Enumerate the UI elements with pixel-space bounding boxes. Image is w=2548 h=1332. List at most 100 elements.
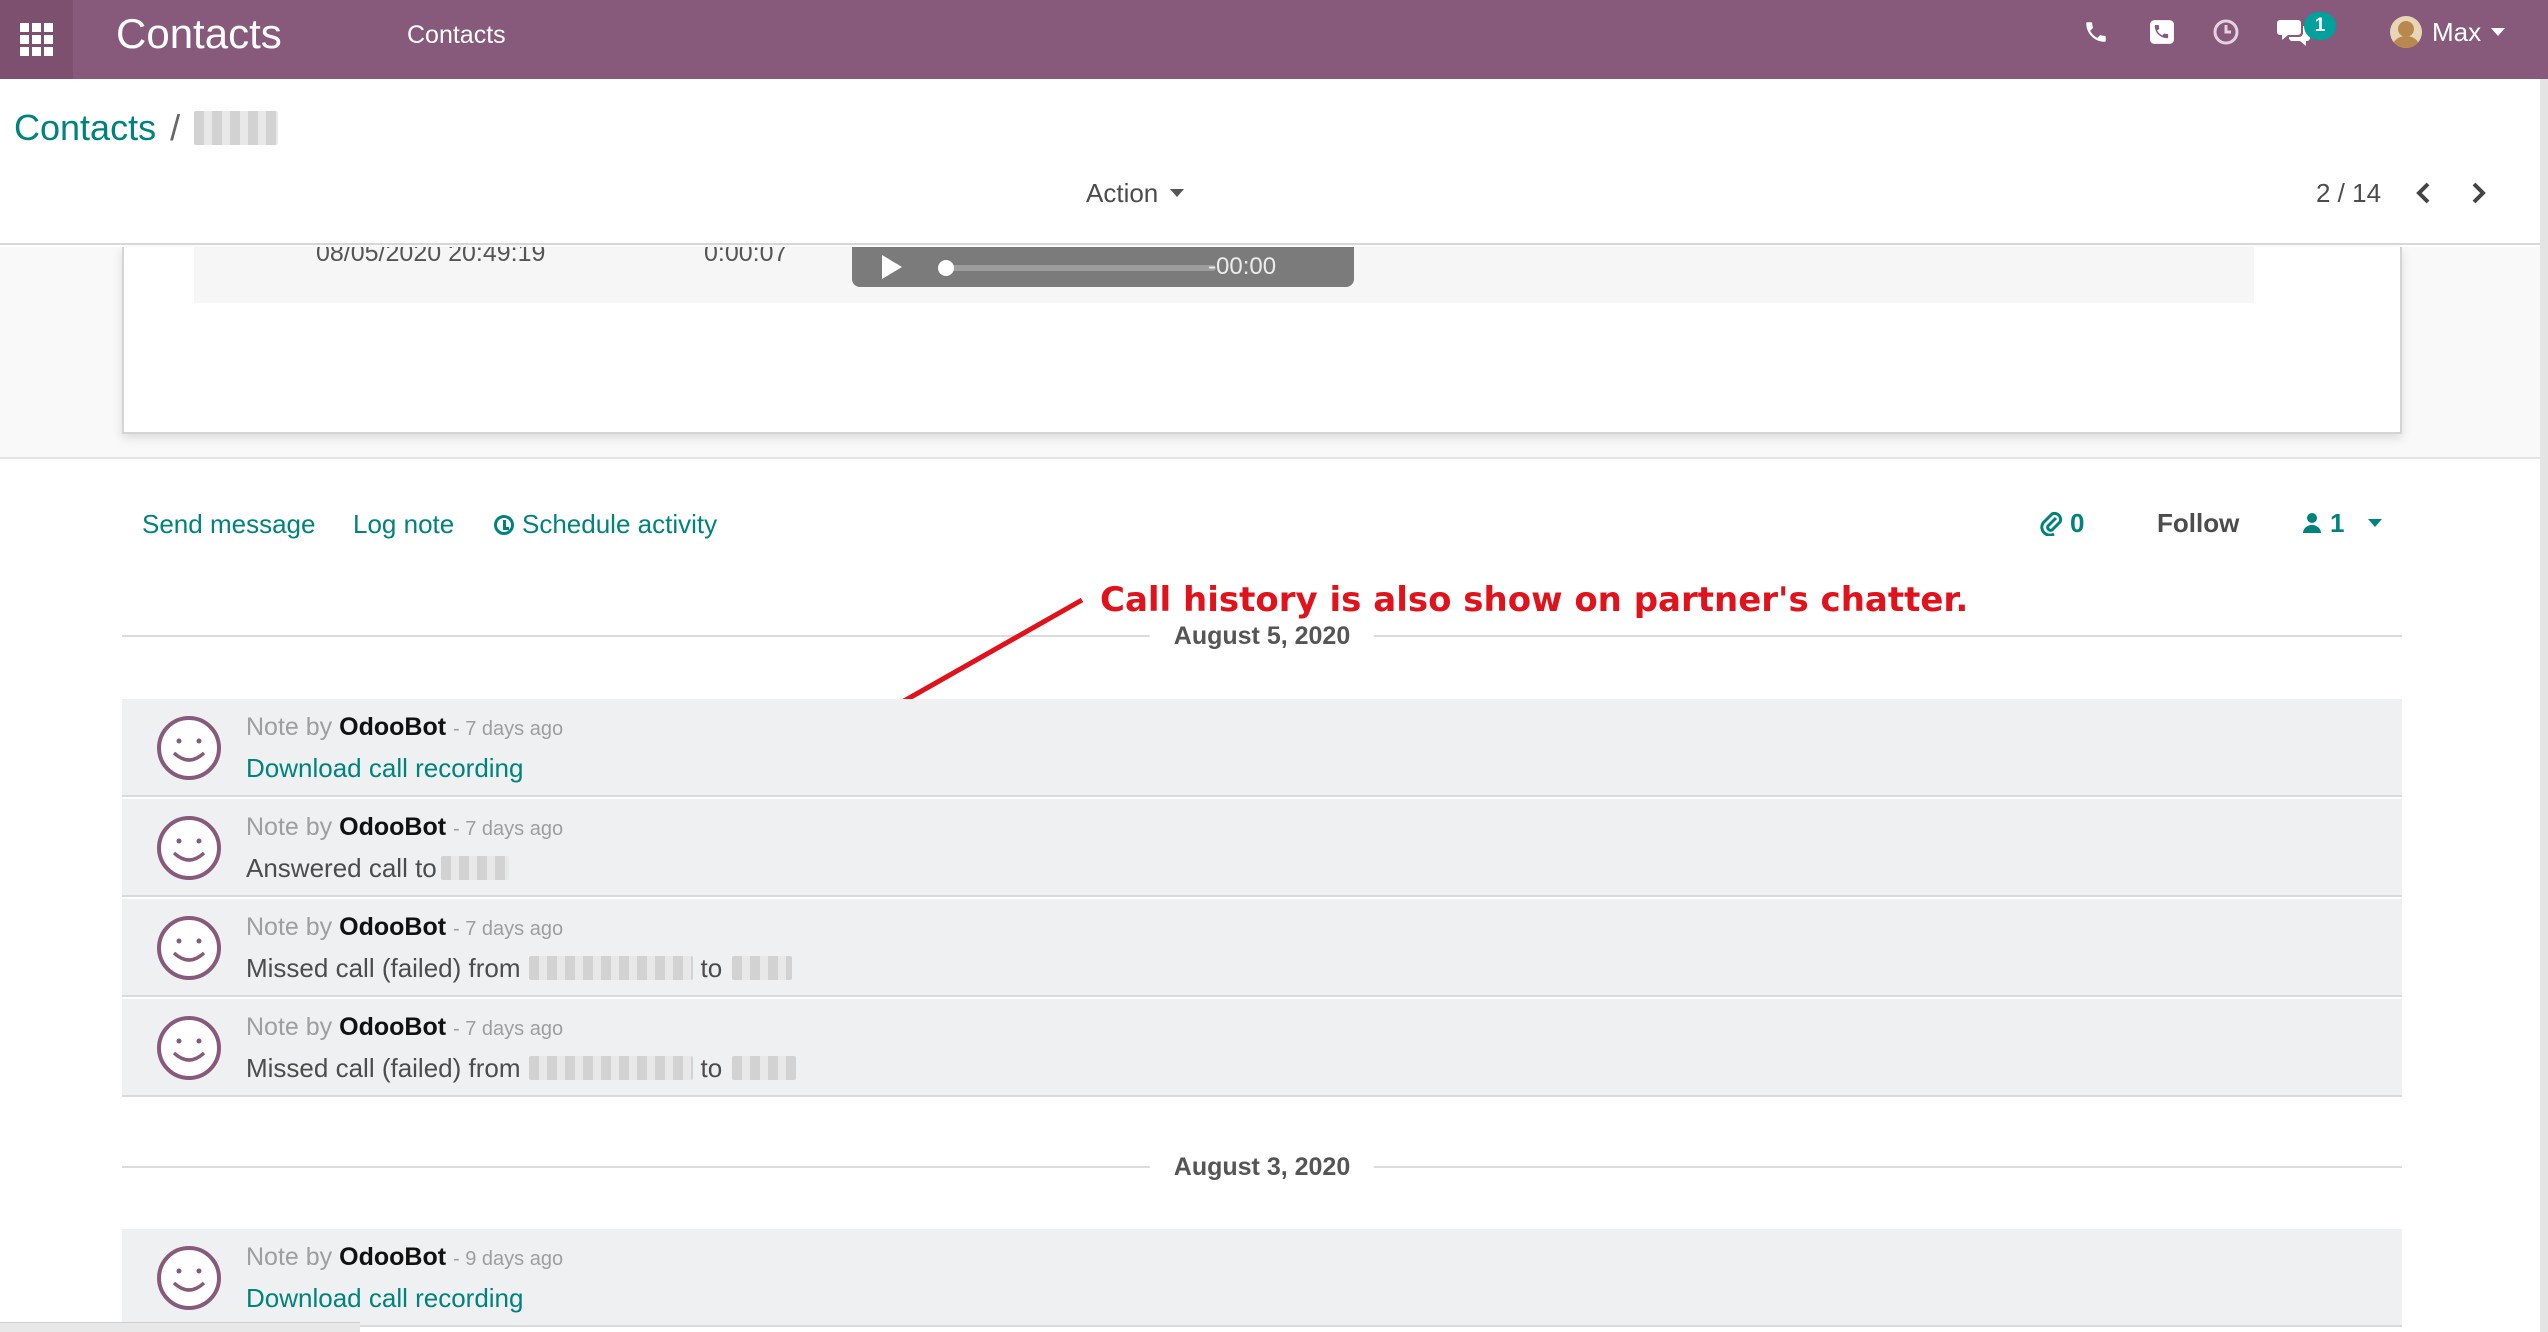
breadcrumb: Contacts / bbox=[14, 105, 279, 151]
user-name: Max bbox=[2432, 16, 2482, 47]
call-duration: 0:00:07 bbox=[704, 247, 788, 267]
log-note-button[interactable]: Log note bbox=[353, 506, 454, 542]
message-date: - 9 days ago bbox=[453, 1248, 564, 1270]
message-item: Note by OdooBot - 7 days ago Missed call… bbox=[122, 899, 2402, 997]
message-author[interactable]: OdooBot bbox=[339, 1243, 446, 1271]
message-date: - 7 days ago bbox=[453, 818, 564, 840]
top-navbar: Contacts Contacts 1 Max bbox=[0, 0, 2548, 79]
message-text-to: to bbox=[700, 953, 723, 983]
download-call-recording-link[interactable]: Download call recording bbox=[246, 1279, 523, 1317]
odoobot-avatar-icon bbox=[157, 716, 221, 780]
menu-item-contacts[interactable]: Contacts bbox=[407, 18, 506, 52]
date-separator-label: August 3, 2020 bbox=[1149, 1149, 1375, 1185]
page-scrollbar[interactable] bbox=[2540, 79, 2548, 1332]
play-icon[interactable] bbox=[882, 255, 902, 279]
message-author[interactable]: OdooBot bbox=[339, 713, 446, 741]
message-header: Note by OdooBot - 7 days ago bbox=[246, 809, 563, 847]
message-body: Download call recording bbox=[246, 749, 523, 787]
phone-icon[interactable] bbox=[2078, 14, 2114, 50]
followers-button[interactable]: 1 bbox=[2302, 505, 2383, 541]
call-date: 08/05/2020 20:49:19 bbox=[316, 247, 546, 267]
clock-icon bbox=[494, 515, 514, 535]
chevron-down-icon bbox=[2368, 519, 2383, 527]
message-date: - 7 days ago bbox=[453, 1018, 564, 1040]
odoobot-avatar-icon bbox=[157, 916, 221, 980]
message-text-to: to bbox=[700, 1053, 723, 1083]
message-date: - 7 days ago bbox=[453, 718, 564, 740]
pager-next-button[interactable] bbox=[2462, 177, 2494, 209]
message-prefix: Note by bbox=[246, 1013, 333, 1041]
message-author[interactable]: OdooBot bbox=[339, 913, 446, 941]
message-body: Download call recording bbox=[246, 1279, 523, 1317]
paperclip-icon bbox=[2040, 511, 2062, 536]
audio-progress-bar[interactable] bbox=[946, 265, 1216, 271]
annotation-callout: Call history is also show on partner's c… bbox=[1100, 580, 1969, 620]
breadcrumb-contacts-link[interactable]: Contacts bbox=[14, 105, 156, 151]
breadcrumb-record-name-redacted bbox=[194, 111, 279, 145]
audio-time: -00:00 bbox=[1208, 253, 1277, 280]
page: { "navbar": { "app_title": "Contacts", "… bbox=[0, 0, 2548, 1332]
message-author[interactable]: OdooBot bbox=[339, 813, 446, 841]
chevron-down-icon bbox=[2491, 28, 2506, 36]
message-item: Note by OdooBot - 9 days ago Download ca… bbox=[122, 1229, 2402, 1327]
redacted-phone-number bbox=[528, 956, 693, 980]
message-author[interactable]: OdooBot bbox=[339, 1013, 446, 1041]
message-text: Answered call to bbox=[246, 853, 437, 883]
message-body: Missed call (failed) from to bbox=[246, 1049, 797, 1087]
message-header: Note by OdooBot - 7 days ago bbox=[246, 909, 563, 947]
messages-badge: 1 bbox=[2304, 12, 2336, 40]
chevron-down-icon bbox=[1170, 189, 1185, 197]
chevron-left-icon bbox=[2416, 182, 2430, 204]
date-separator: August 5, 2020 bbox=[122, 618, 2402, 654]
message-prefix: Note by bbox=[246, 1243, 333, 1271]
schedule-activity-button[interactable]: Schedule activity bbox=[494, 506, 717, 542]
pager-previous-button[interactable] bbox=[2408, 177, 2440, 209]
odoobot-avatar-icon bbox=[157, 1016, 221, 1080]
date-separator-label: August 5, 2020 bbox=[1149, 618, 1375, 654]
follow-button[interactable]: Follow bbox=[2157, 505, 2239, 541]
message-header: Note by OdooBot - 7 days ago bbox=[246, 1009, 563, 1047]
message-body: Missed call (failed) from to bbox=[246, 949, 793, 987]
chevron-right-icon bbox=[2472, 182, 2486, 204]
message-text: Missed call (failed) from bbox=[246, 1053, 521, 1083]
activity-clock-icon[interactable] bbox=[2208, 14, 2244, 50]
followers-count: 1 bbox=[2330, 507, 2345, 538]
odoobot-avatar-icon bbox=[157, 1246, 221, 1310]
app-title: Contacts bbox=[116, 10, 282, 57]
audio-player: -00:00 bbox=[852, 247, 1354, 287]
message-prefix: Note by bbox=[246, 713, 333, 741]
message-body: Answered call to bbox=[246, 849, 509, 887]
breadcrumb-separator: / bbox=[170, 107, 181, 148]
message-prefix: Note by bbox=[246, 913, 333, 941]
browser-status-bar bbox=[0, 1322, 360, 1332]
redacted-phone-number bbox=[732, 1056, 797, 1080]
user-icon bbox=[2303, 513, 2321, 533]
control-panel: Contacts / Action 2 / 14 bbox=[0, 79, 2548, 245]
message-item: Note by OdooBot - 7 days ago Answered ca… bbox=[122, 799, 2402, 897]
message-text: Missed call (failed) from bbox=[246, 953, 521, 983]
attachments-button[interactable]: 0 bbox=[2040, 505, 2084, 541]
redacted-phone-number bbox=[732, 956, 793, 980]
odoobot-avatar-icon bbox=[157, 816, 221, 880]
action-dropdown-button[interactable]: Action bbox=[1086, 175, 1185, 211]
message-header: Note by OdooBot - 7 days ago bbox=[246, 709, 563, 747]
pager-value[interactable]: 2 / 14 bbox=[2316, 175, 2381, 211]
message-item: Note by OdooBot - 7 days ago Download ca… bbox=[122, 699, 2402, 797]
audio-progress-knob[interactable] bbox=[938, 260, 954, 276]
redacted-phone-number bbox=[440, 856, 509, 880]
apps-menu-button[interactable] bbox=[0, 0, 73, 79]
message-prefix: Note by bbox=[246, 813, 333, 841]
message-header: Note by OdooBot - 9 days ago bbox=[246, 1239, 563, 1277]
download-call-recording-link[interactable]: Download call recording bbox=[246, 749, 523, 787]
message-date: - 7 days ago bbox=[453, 918, 564, 940]
message-item: Note by OdooBot - 7 days ago Missed call… bbox=[122, 999, 2402, 1097]
schedule-activity-label: Schedule activity bbox=[522, 509, 718, 539]
apps-grid-icon bbox=[19, 22, 53, 56]
send-message-button[interactable]: Send message bbox=[142, 506, 315, 542]
voip-phone-icon[interactable] bbox=[2144, 14, 2180, 50]
date-separator: August 3, 2020 bbox=[122, 1149, 2402, 1185]
user-menu[interactable]: Max bbox=[2390, 14, 2506, 50]
user-avatar bbox=[2390, 16, 2422, 48]
attachments-count: 0 bbox=[2070, 508, 2085, 538]
action-label: Action bbox=[1086, 178, 1159, 208]
